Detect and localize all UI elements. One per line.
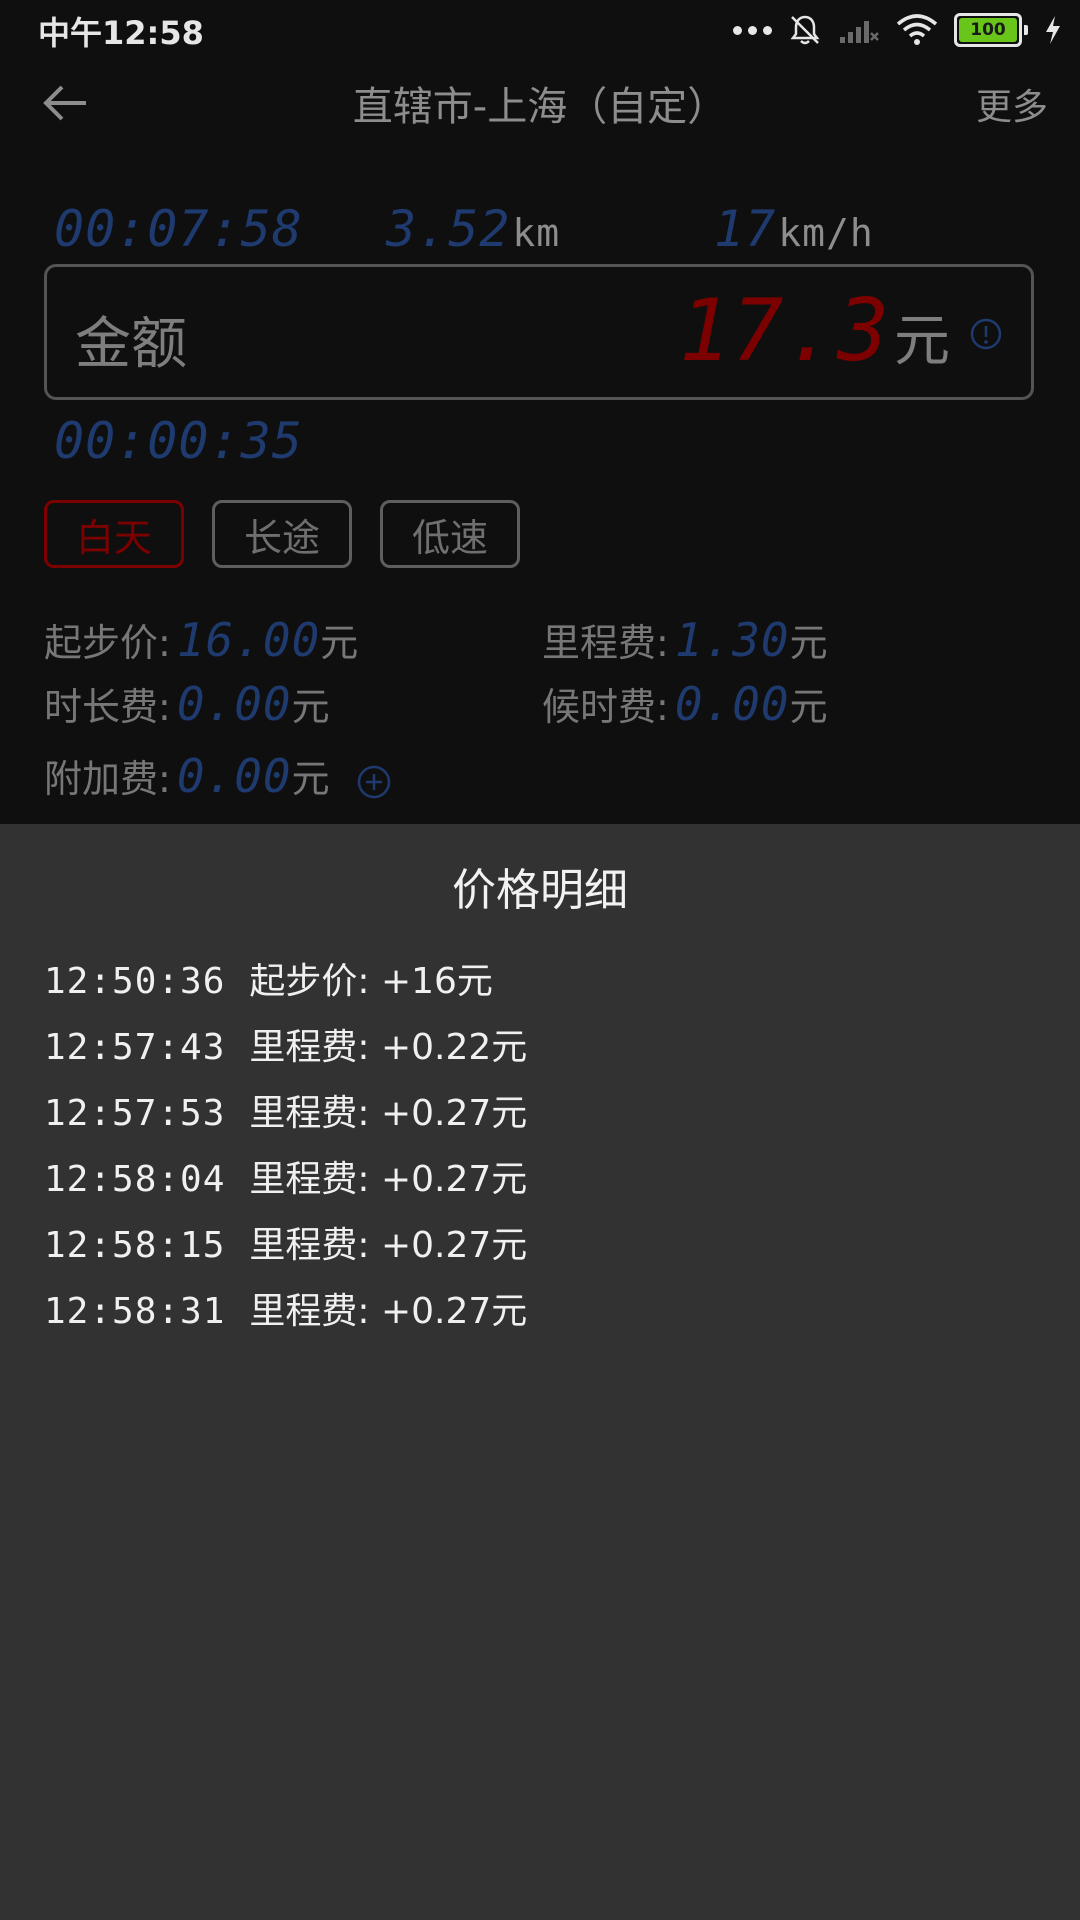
status-bar: 中午12:58 100 xyxy=(0,0,1080,60)
amount-label: 金额 xyxy=(75,312,187,377)
detail-time: 12:58:04 xyxy=(44,1159,226,1200)
rate-mode-tags: 白天 长途 低速 xyxy=(44,500,520,568)
fee-waiting-value: 0.00 xyxy=(674,677,790,731)
fee-mileage: 里程费: 1.30元 xyxy=(542,612,828,667)
tag-long-distance[interactable]: 长途 xyxy=(212,500,352,568)
detail-time: 12:57:53 xyxy=(44,1093,226,1134)
detail-text: 里程费: +0.27元 xyxy=(249,1093,528,1134)
fee-duration-value: 0.00 xyxy=(176,677,292,731)
fee-mileage-label: 里程费: xyxy=(542,621,669,665)
battery-level: 100 xyxy=(970,20,1006,40)
speed: 17km/h xyxy=(714,200,874,258)
tag-low-speed[interactable]: 低速 xyxy=(380,500,520,568)
status-icons: 100 xyxy=(733,8,1062,52)
amount-value: 17.3 xyxy=(678,281,890,381)
list-item: 12:58:15 里程费: +0.27元 xyxy=(44,1216,527,1282)
status-time: 中午12:58 xyxy=(38,14,204,52)
charging-icon xyxy=(1046,16,1060,44)
more-dots-icon xyxy=(733,25,772,35)
list-item: 12:57:43 里程费: +0.22元 xyxy=(44,1018,527,1084)
tag-day[interactable]: 白天 xyxy=(44,500,184,568)
list-item: 12:58:04 里程费: +0.27元 xyxy=(44,1150,527,1216)
detail-time: 12:58:15 xyxy=(44,1225,226,1266)
detail-text: 里程费: +0.27元 xyxy=(249,1159,528,1200)
list-item: 12:57:53 里程费: +0.27元 xyxy=(44,1084,527,1150)
fee-waiting-label: 候时费: xyxy=(542,685,669,729)
fee-duration-unit: 元 xyxy=(291,685,330,729)
detail-text: 里程费: +0.27元 xyxy=(249,1291,528,1332)
fee-waiting-unit: 元 xyxy=(789,685,828,729)
info-icon[interactable] xyxy=(969,317,1003,351)
detail-text: 起步价: +16元 xyxy=(249,961,493,1002)
detail-time: 12:57:43 xyxy=(44,1027,226,1068)
distance-unit: km xyxy=(512,211,561,255)
price-detail-list: 12:50:36 起步价: +16元 12:57:43 里程费: +0.22元 12… xyxy=(44,952,527,1348)
elapsed-time: 00:07:58 xyxy=(54,200,303,258)
fee-mileage-unit: 元 xyxy=(789,621,828,665)
detail-time: 12:50:36 xyxy=(44,961,226,1002)
fee-duration: 时长费: 0.00元 xyxy=(44,676,330,731)
fee-mileage-value: 1.30 xyxy=(674,613,790,667)
battery-icon: 100 xyxy=(954,13,1028,47)
fee-waiting: 候时费: 0.00元 xyxy=(542,676,828,731)
wifi-icon xyxy=(896,14,938,45)
signal-icon xyxy=(840,21,879,43)
fee-extra-value: 0.00 xyxy=(176,749,292,803)
price-detail-sheet: 价格明细 12:50:36 起步价: +16元 12:57:43 里程费: +0.2… xyxy=(0,824,1080,1920)
add-extra-fee-icon[interactable] xyxy=(356,764,392,800)
fee-extra-label: 附加费: xyxy=(44,757,171,801)
fee-base-label: 起步价: xyxy=(44,621,171,665)
sheet-title: 价格明细 xyxy=(452,865,628,916)
fee-base-unit: 元 xyxy=(320,621,359,665)
speed-unit: km/h xyxy=(778,211,874,255)
fee-extra: 附加费: 0.00元 xyxy=(44,748,392,803)
trip-stats: 00:07:58 3.52km 17km/h xyxy=(0,200,1080,260)
app-bar: 直辖市-上海（自定） 更多 xyxy=(0,60,1080,146)
distance: 3.52km xyxy=(386,200,560,258)
detail-time: 12:58:31 xyxy=(44,1291,226,1332)
list-item: 12:58:31 里程费: +0.27元 xyxy=(44,1282,527,1348)
page-title: 直辖市-上海（自定） xyxy=(352,84,728,130)
fee-base: 起步价: 16.00元 xyxy=(44,612,358,667)
elapsed-time-value: 00:07:58 xyxy=(54,200,303,258)
distance-value: 3.52 xyxy=(386,200,511,258)
fee-duration-label: 时长费: xyxy=(44,685,171,729)
detail-text: 里程费: +0.27元 xyxy=(249,1225,528,1266)
speed-value: 17 xyxy=(714,200,777,258)
wait-timer: 00:00:35 xyxy=(54,412,303,470)
list-item: 12:50:36 起步价: +16元 xyxy=(44,952,527,1018)
amount-panel: 金额 17.3元 xyxy=(44,264,1034,400)
fee-extra-unit: 元 xyxy=(291,757,330,801)
more-button[interactable]: 更多 xyxy=(976,78,1048,130)
detail-text: 里程费: +0.22元 xyxy=(249,1027,528,1068)
amount-unit: 元 xyxy=(894,309,951,374)
fee-base-value: 16.00 xyxy=(176,613,321,667)
amount-display: 17.3元 xyxy=(679,281,951,381)
bell-muted-icon xyxy=(790,15,820,45)
